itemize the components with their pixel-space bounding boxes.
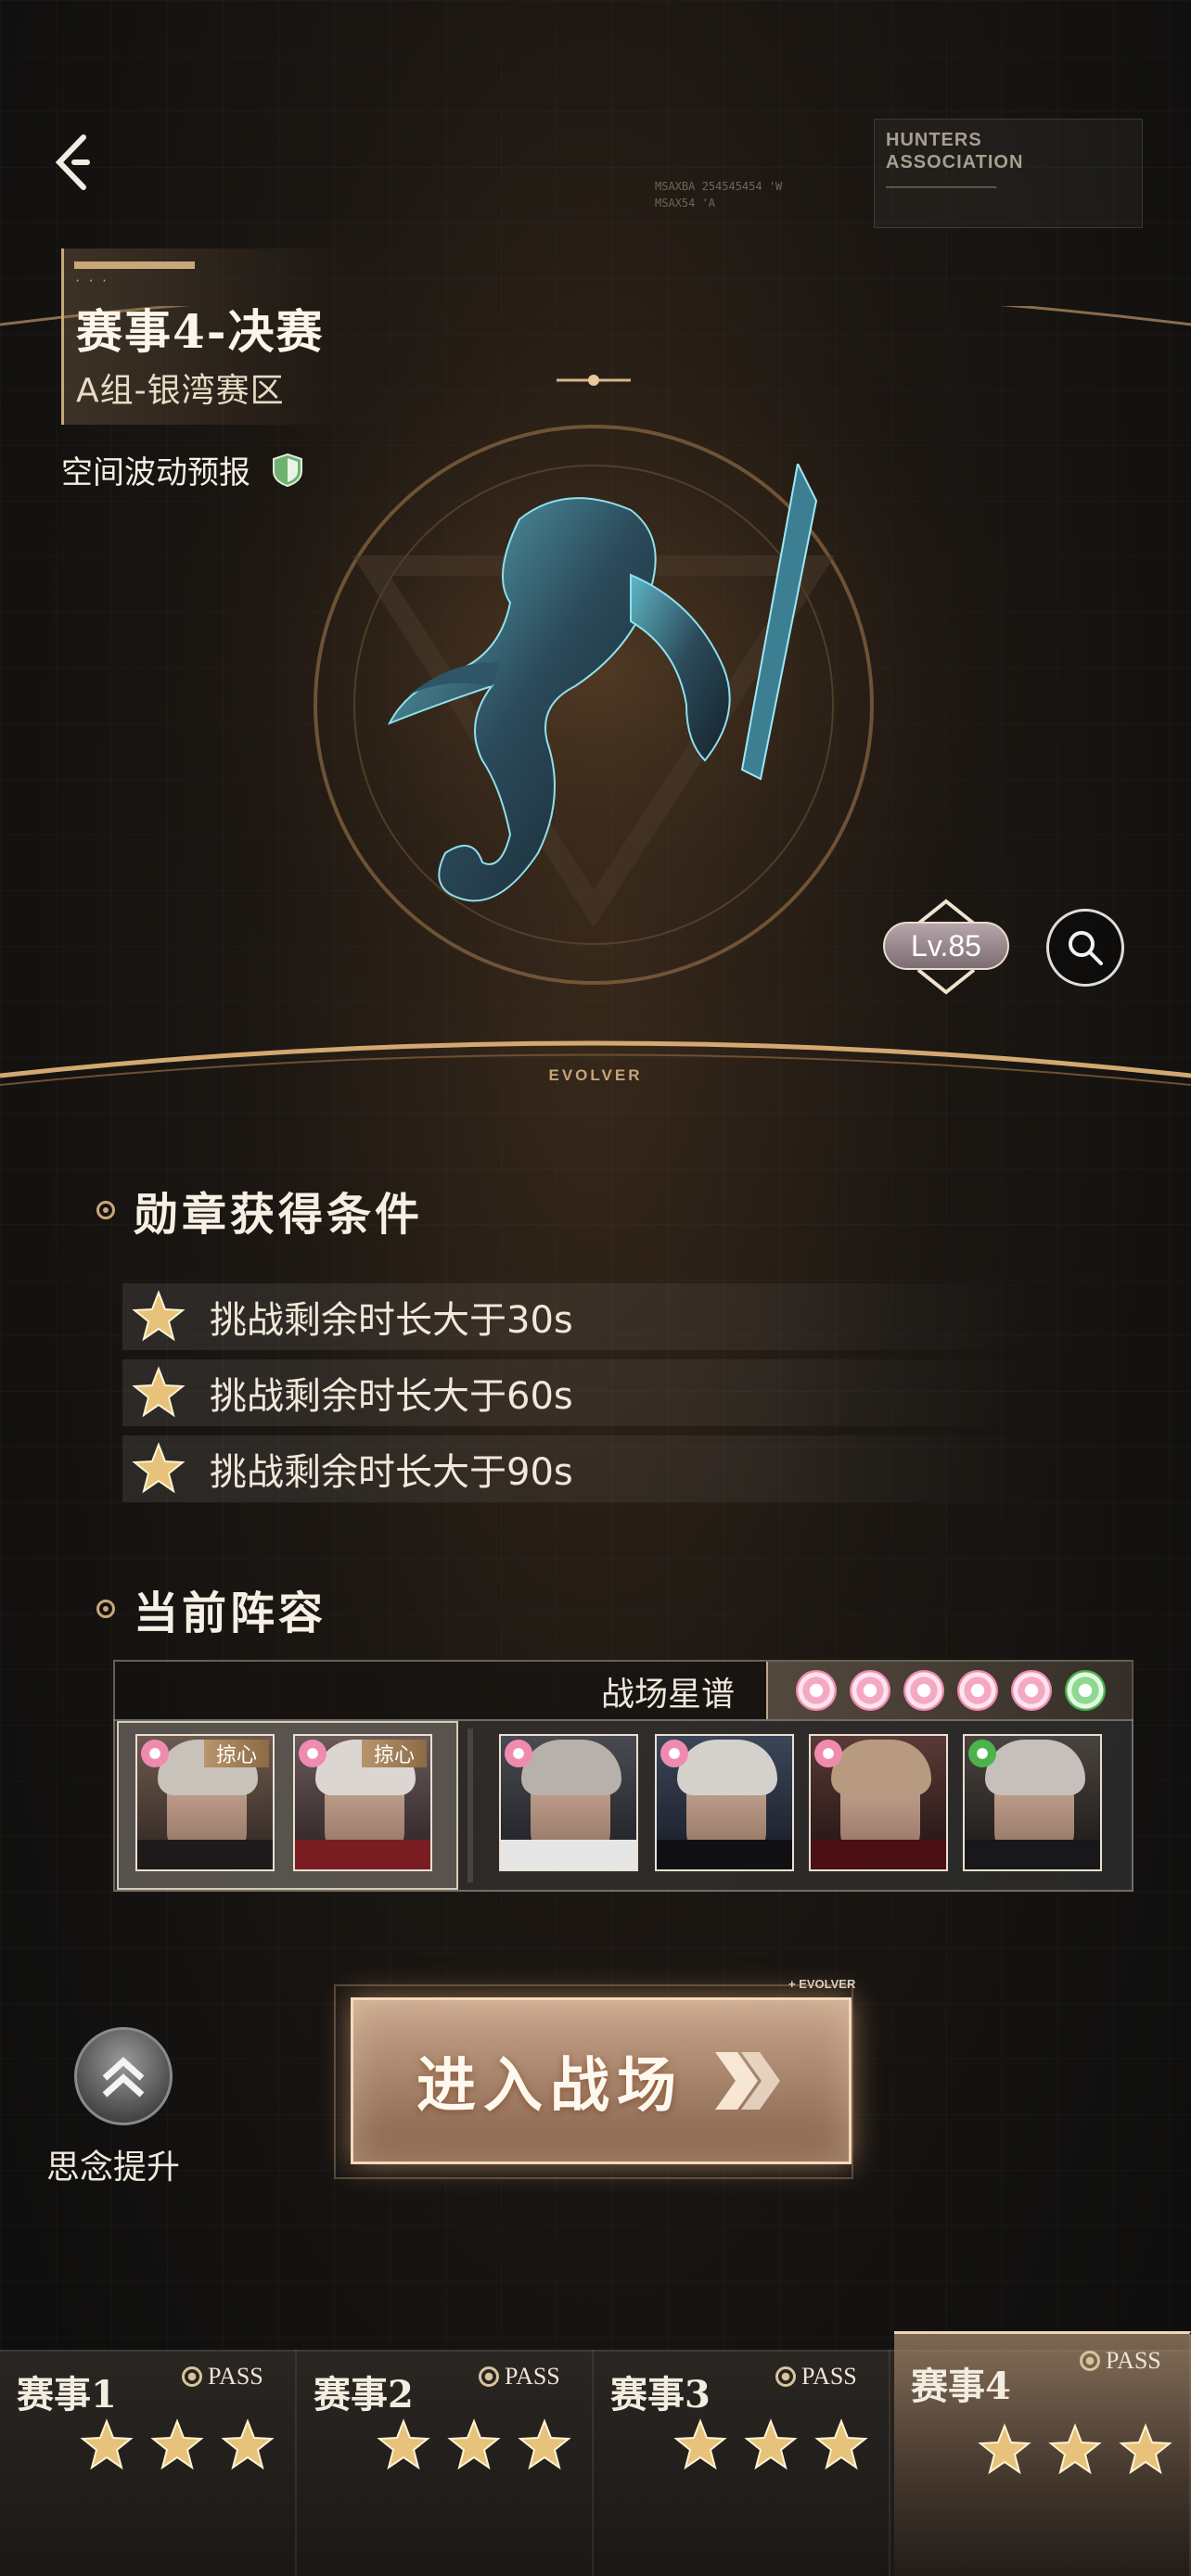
character-card[interactable] xyxy=(809,1734,948,1871)
back-arrow-icon xyxy=(55,134,90,190)
star-chart-button[interactable] xyxy=(766,1662,1133,1719)
tab-stars xyxy=(80,2418,275,2472)
character-card[interactable]: 掠心 xyxy=(293,1734,432,1871)
hud-code-text: MSAXBA 254545454 'W MSAX54 'A xyxy=(655,180,783,210)
tab-stage-name: 赛事4 xyxy=(911,2365,1011,2408)
pink-star-icon xyxy=(814,1740,842,1767)
star-chart-dot xyxy=(796,1670,837,1711)
boost-label: 思念提升 xyxy=(46,2149,181,2187)
star-chart-dot xyxy=(1011,1670,1052,1711)
hud-decor-lines: ━━━━━━━━━━━━━━━━━━━━━━ xyxy=(886,184,997,193)
tab-stars xyxy=(673,2418,868,2472)
tab-stage-name: 赛事3 xyxy=(610,2373,711,2417)
star-chart-dot xyxy=(850,1670,890,1711)
boost-button[interactable] xyxy=(74,2027,173,2125)
character-card[interactable] xyxy=(655,1734,794,1871)
pass-badge: PASS xyxy=(1080,2347,1161,2375)
medal-section-label: 勋章获得条件 xyxy=(134,1189,424,1241)
tab-stage-name: 赛事1 xyxy=(17,2373,117,2417)
enter-battlefield-button[interactable]: 进入战场 xyxy=(351,1997,852,2164)
match-group-area: A组-银湾赛区 xyxy=(76,372,285,410)
space-forecast-button[interactable]: 空间波动预报 xyxy=(61,447,304,492)
pass-badge: PASS xyxy=(182,2363,263,2391)
star-chart-dot xyxy=(903,1670,944,1711)
star-icon xyxy=(221,2418,275,2470)
star-chart-dot xyxy=(1065,1670,1106,1711)
star-chart-label: 战场星谱 xyxy=(601,1676,736,1714)
star-icon xyxy=(80,2418,134,2470)
star-icon xyxy=(814,2418,868,2470)
hud-association-title: HUNTERS ASSOCIATION xyxy=(886,130,1024,172)
pass-label: PASS xyxy=(208,2363,263,2390)
double-chevron-right-icon xyxy=(715,2052,780,2110)
star-icon xyxy=(1119,2423,1172,2475)
medal-condition-row: 挑战剩余时长大于90s xyxy=(122,1435,1041,1502)
medal-section-title: 勋章获得条件 xyxy=(96,1178,423,1243)
medal-condition-text: 挑战剩余时长大于30s xyxy=(210,1299,573,1342)
evolver-monster-image xyxy=(387,464,818,902)
pass-label: PASS xyxy=(1106,2347,1161,2374)
search-icon xyxy=(1069,931,1103,965)
title-decor-tag xyxy=(74,261,195,269)
star-icon xyxy=(744,2418,798,2470)
star-icon xyxy=(150,2418,204,2470)
enter-battlefield-label: 进入战场 xyxy=(416,2051,684,2121)
pass-icon xyxy=(479,2366,499,2387)
star-icon xyxy=(978,2423,1031,2475)
pass-badge: PASS xyxy=(479,2363,560,2391)
match-title: 赛事4-决赛 xyxy=(76,304,325,359)
pink-star-icon xyxy=(141,1740,169,1767)
medal-condition-text: 挑战剩余时长大于90s xyxy=(210,1451,573,1494)
arena-footer-label: EVOLVER xyxy=(548,1066,643,1084)
pass-label: PASS xyxy=(801,2363,857,2390)
back-button[interactable] xyxy=(46,130,102,195)
pass-badge: PASS xyxy=(775,2363,857,2391)
pink-star-icon xyxy=(505,1740,532,1767)
tab-stage-3[interactable]: 赛事3 PASS xyxy=(594,2350,890,2576)
character-card[interactable]: 掠心 xyxy=(135,1734,275,1871)
character-tag: 掠心 xyxy=(362,1740,427,1767)
hud-association-panel: HUNTERS ASSOCIATION ━━━━━━━━━━━━━━━━━━━━… xyxy=(874,119,1143,228)
pass-label: PASS xyxy=(505,2363,560,2390)
forecast-label: 空间波动预报 xyxy=(61,454,250,491)
star-icon xyxy=(132,1366,186,1418)
star-icon xyxy=(447,2418,501,2470)
tab-stars xyxy=(377,2418,571,2472)
tab-stars xyxy=(978,2423,1172,2477)
double-chevron-up-icon xyxy=(102,2057,145,2098)
tab-stage-1[interactable]: 赛事1 PASS xyxy=(0,2350,297,2576)
pass-icon xyxy=(775,2366,796,2387)
roster-divider xyxy=(467,1728,473,1882)
star-icon xyxy=(132,1442,186,1494)
star-chart-dot xyxy=(957,1670,998,1711)
pink-star-icon xyxy=(660,1740,688,1767)
green-star-icon xyxy=(968,1740,996,1767)
star-icon xyxy=(132,1290,186,1342)
lineup-section-title: 当前阵容 xyxy=(96,1576,327,1641)
zoom-button[interactable] xyxy=(1046,909,1124,987)
star-icon xyxy=(1048,2423,1102,2475)
title-decor-code: · · · xyxy=(74,274,109,287)
pink-star-icon xyxy=(299,1740,327,1767)
section-bullet-icon xyxy=(96,1600,115,1618)
medal-condition-row: 挑战剩余时长大于30s xyxy=(122,1283,1041,1350)
star-icon xyxy=(673,2418,727,2470)
star-icon xyxy=(377,2418,430,2470)
enter-evolver-tag: + EVOLVER xyxy=(788,1977,856,1991)
level-badge: Lv.85 xyxy=(883,922,1009,970)
shield-icon xyxy=(273,453,302,487)
character-tag: 掠心 xyxy=(204,1740,269,1767)
character-card[interactable] xyxy=(963,1734,1102,1871)
pass-icon xyxy=(182,2366,202,2387)
lineup-section-label: 当前阵容 xyxy=(134,1588,327,1639)
medal-condition-text: 挑战剩余时长大于60s xyxy=(210,1375,573,1418)
tab-stage-4[interactable]: 赛事4 PASS xyxy=(894,2331,1191,2576)
pass-icon xyxy=(1080,2351,1100,2371)
character-card[interactable] xyxy=(499,1734,638,1871)
section-bullet-icon xyxy=(96,1201,115,1219)
medal-condition-row: 挑战剩余时长大于60s xyxy=(122,1359,1041,1426)
tab-stage-2[interactable]: 赛事2 PASS xyxy=(297,2350,594,2576)
tab-stage-name: 赛事2 xyxy=(314,2373,414,2417)
star-icon xyxy=(518,2418,571,2470)
